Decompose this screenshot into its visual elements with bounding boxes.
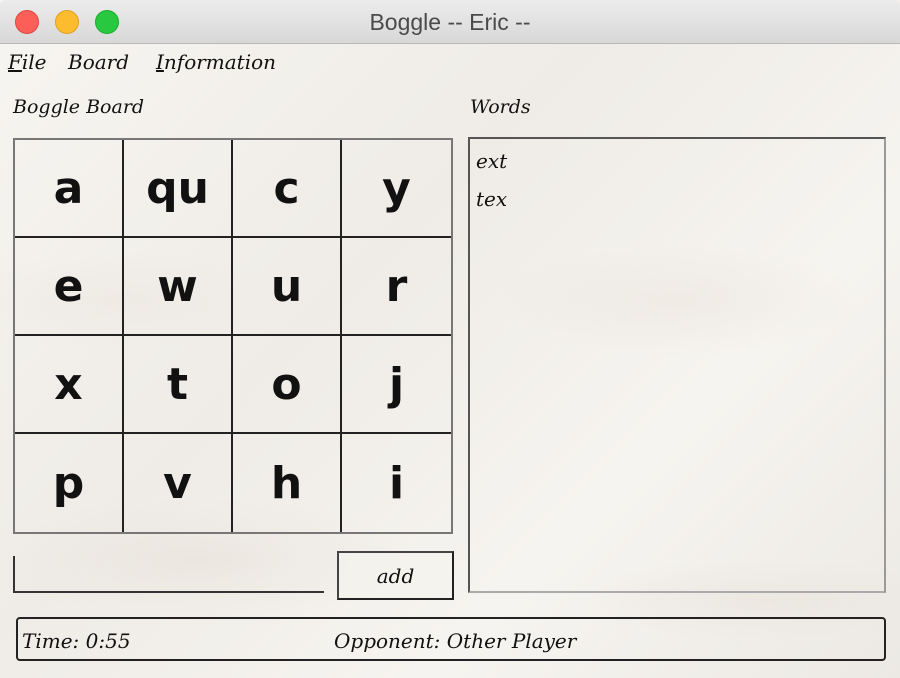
time-remaining: Time: 0:55 — [22, 629, 131, 653]
menu-board-label: Board — [68, 50, 130, 74]
board-cell[interactable]: i — [342, 434, 451, 532]
board-cell[interactable]: h — [233, 434, 342, 532]
words-label: Words — [470, 96, 531, 118]
menu-information-accel: I — [156, 50, 164, 74]
boggle-board-label: Boggle Board — [13, 96, 145, 118]
menu-file-label: ile — [21, 50, 47, 74]
add-button[interactable]: add — [337, 551, 454, 600]
board-cell[interactable]: c — [233, 140, 342, 238]
menu-information[interactable]: Information — [156, 50, 276, 74]
menu-file-accel: F — [8, 50, 22, 74]
app-window: Boggle -- Eric -- File Board Information… — [0, 0, 900, 678]
word-item[interactable]: tex — [476, 187, 507, 211]
menu-board[interactable]: Board — [68, 50, 129, 74]
board-cell[interactable]: e — [15, 238, 124, 336]
status-bar: Time: 0:55 Opponent: Other Player — [16, 617, 886, 661]
boggle-board: a qu c y e w u r x t o j p v h i — [13, 138, 453, 534]
board-cell[interactable]: x — [15, 336, 124, 434]
board-cell[interactable]: v — [124, 434, 233, 532]
menu-information-label: nformation — [163, 50, 277, 74]
board-cell[interactable]: a — [15, 140, 124, 238]
board-cell[interactable]: p — [15, 434, 124, 532]
board-cell[interactable]: j — [342, 336, 451, 434]
board-cell[interactable]: r — [342, 238, 451, 336]
opponent-name: Opponent: Other Player — [334, 629, 577, 653]
title-bar[interactable]: Boggle -- Eric -- — [0, 0, 900, 44]
words-list[interactable]: ext tex — [468, 137, 886, 593]
board-cell[interactable]: o — [233, 336, 342, 434]
word-item[interactable]: ext — [476, 149, 507, 173]
menu-file[interactable]: File — [8, 50, 47, 74]
word-input[interactable] — [13, 556, 324, 593]
board-cell[interactable]: w — [124, 238, 233, 336]
board-cell[interactable]: qu — [124, 140, 233, 238]
window-title: Boggle -- Eric -- — [369, 9, 531, 35]
board-cell[interactable]: y — [342, 140, 451, 238]
board-cell[interactable]: t — [124, 336, 233, 434]
board-cell[interactable]: u — [233, 238, 342, 336]
